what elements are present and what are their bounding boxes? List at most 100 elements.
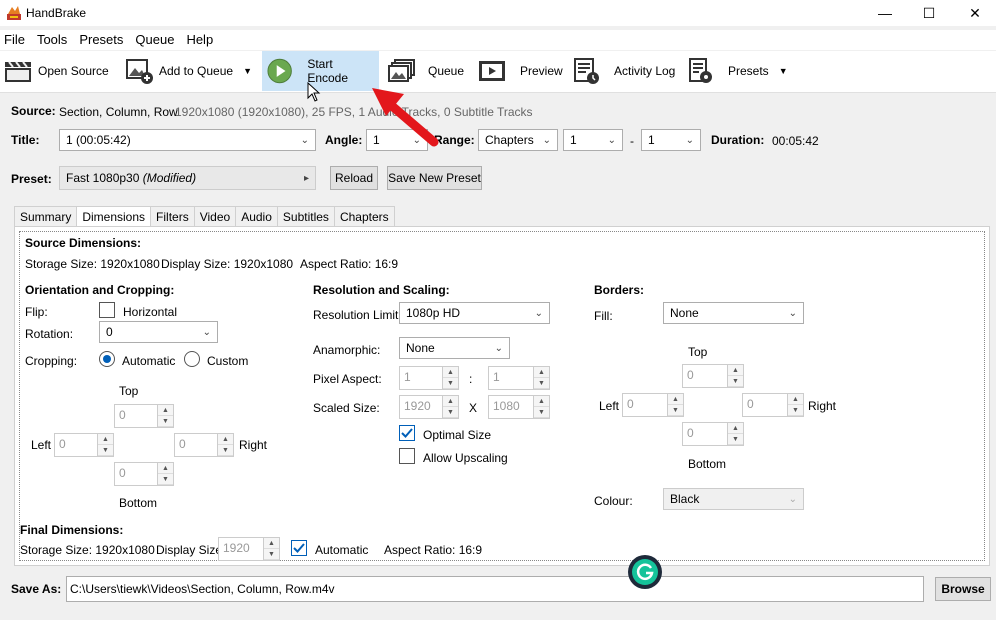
scaled-height-value: 1080 bbox=[488, 395, 534, 419]
scaled-width-input[interactable]: 1920 ▲ ▼ bbox=[399, 395, 459, 419]
spin-up-icon[interactable]: ▲ bbox=[534, 396, 549, 407]
spin-down-icon[interactable]: ▼ bbox=[158, 474, 173, 485]
handbrake-icon bbox=[7, 6, 21, 20]
spin-down-icon[interactable]: ▼ bbox=[218, 445, 233, 456]
browse-button[interactable]: Browse bbox=[935, 577, 991, 601]
maximize-button[interactable]: ☐ bbox=[906, 0, 952, 26]
spin-up-icon[interactable]: ▲ bbox=[728, 423, 743, 434]
open-source-button[interactable]: Open Source bbox=[0, 51, 113, 91]
spin-down-icon[interactable]: ▼ bbox=[788, 405, 803, 416]
activity-log-icon bbox=[574, 58, 599, 84]
spin-down-icon[interactable]: ▼ bbox=[728, 434, 743, 445]
fill-select[interactable]: None ⌄ bbox=[663, 302, 804, 324]
tab-dimensions[interactable]: Dimensions bbox=[76, 206, 152, 227]
spin-down-icon[interactable]: ▼ bbox=[668, 405, 683, 416]
chevron-down-icon: ⌄ bbox=[685, 134, 694, 146]
final-automatic-checkbox[interactable] bbox=[291, 540, 307, 556]
border-top-value: 0 bbox=[682, 364, 728, 388]
crop-bottom-label: Bottom bbox=[119, 496, 158, 510]
tab-video[interactable]: Video bbox=[193, 206, 237, 227]
chevron-right-icon: ▸ bbox=[303, 172, 309, 184]
spin-up-icon[interactable]: ▲ bbox=[443, 367, 458, 378]
save-new-preset-button[interactable]: Save New Preset bbox=[387, 166, 482, 190]
final-display-size-input[interactable]: 1920 ▲ ▼ bbox=[218, 537, 280, 561]
pixel-aspect-width-input[interactable]: 1 ▲ ▼ bbox=[399, 366, 459, 390]
range-select-value: Chapters bbox=[485, 133, 534, 147]
anamorphic-select[interactable]: None ⌄ bbox=[399, 337, 510, 359]
flip-horizontal-checkbox[interactable] bbox=[99, 302, 115, 318]
range-start-value: 1 bbox=[570, 133, 577, 147]
allow-upscaling-label: Allow Upscaling bbox=[423, 451, 508, 465]
crop-automatic-radio[interactable] bbox=[99, 351, 115, 367]
flip-label: Flip: bbox=[25, 305, 48, 319]
spin-down-icon[interactable]: ▼ bbox=[98, 445, 113, 456]
spin-down-icon[interactable]: ▼ bbox=[728, 376, 743, 387]
spin-down-icon[interactable]: ▼ bbox=[158, 416, 173, 427]
spin-up-icon[interactable]: ▲ bbox=[158, 405, 173, 416]
spin-up-icon[interactable]: ▲ bbox=[264, 538, 279, 549]
spin-down-icon[interactable]: ▼ bbox=[534, 407, 549, 418]
spin-down-icon[interactable]: ▼ bbox=[443, 378, 458, 389]
colour-select[interactable]: Black ⌄ bbox=[663, 488, 804, 510]
menu-tools[interactable]: Tools bbox=[31, 30, 73, 50]
resolution-limit-select[interactable]: 1080p HD ⌄ bbox=[399, 302, 550, 324]
spin-down-icon[interactable]: ▼ bbox=[534, 378, 549, 389]
spin-up-icon[interactable]: ▲ bbox=[788, 394, 803, 405]
checkmark-icon bbox=[401, 428, 413, 438]
tab-subtitles[interactable]: Subtitles bbox=[276, 206, 335, 227]
spin-up-icon[interactable]: ▲ bbox=[158, 463, 173, 474]
crop-top-input[interactable]: 0 ▲ ▼ bbox=[114, 404, 174, 428]
presets-button[interactable]: Presets ▼ bbox=[682, 51, 792, 91]
activity-log-button[interactable]: Activity Log bbox=[568, 51, 679, 91]
tab-filters[interactable]: Filters bbox=[150, 206, 195, 227]
tab-summary[interactable]: Summary bbox=[14, 206, 78, 227]
spin-up-icon[interactable]: ▲ bbox=[218, 434, 233, 445]
spin-up-icon[interactable]: ▲ bbox=[443, 396, 458, 407]
menu-file[interactable]: File bbox=[0, 30, 31, 50]
spin-up-icon[interactable]: ▲ bbox=[668, 394, 683, 405]
rotation-select[interactable]: 0 ⌄ bbox=[99, 321, 218, 343]
border-top-input[interactable]: 0 ▲ ▼ bbox=[682, 364, 744, 388]
border-right-input[interactable]: 0 ▲ ▼ bbox=[742, 393, 804, 417]
final-display-size-value: 1920 bbox=[218, 537, 264, 561]
range-end-select[interactable]: 1 ⌄ bbox=[641, 129, 701, 151]
add-to-queue-dropdown-icon[interactable]: ▼ bbox=[243, 66, 252, 76]
spin-up-icon[interactable]: ▲ bbox=[534, 367, 549, 378]
menu-help[interactable]: Help bbox=[180, 30, 219, 50]
preview-button[interactable]: Preview bbox=[474, 51, 567, 91]
spin-down-icon[interactable]: ▼ bbox=[443, 407, 458, 418]
chevron-down-icon: ⌄ bbox=[788, 493, 797, 505]
border-bottom-input[interactable]: 0 ▲ ▼ bbox=[682, 422, 744, 446]
crop-left-input[interactable]: 0 ▲ ▼ bbox=[54, 433, 114, 457]
minimize-button[interactable]: — bbox=[862, 0, 908, 26]
preset-select[interactable]: Fast 1080p30 (Modified) ▸ bbox=[59, 166, 316, 190]
range-label: Range: bbox=[434, 133, 475, 147]
crop-bottom-input[interactable]: 0 ▲ ▼ bbox=[114, 462, 174, 486]
spin-down-icon[interactable]: ▼ bbox=[264, 549, 279, 560]
close-button[interactable]: ✕ bbox=[952, 0, 996, 26]
save-as-input[interactable]: C:\Users\tiewk\Videos\Section, Column, R… bbox=[66, 576, 924, 602]
crop-custom-radio[interactable] bbox=[184, 351, 200, 367]
anamorphic-value: None bbox=[406, 341, 435, 355]
presets-dropdown-icon[interactable]: ▼ bbox=[779, 66, 788, 76]
pixel-aspect-height-input[interactable]: 1 ▲ ▼ bbox=[488, 366, 550, 390]
chevron-down-icon: ⌄ bbox=[607, 134, 616, 146]
crop-right-input[interactable]: 0 ▲ ▼ bbox=[174, 433, 234, 457]
scaled-height-input[interactable]: 1080 ▲ ▼ bbox=[488, 395, 550, 419]
tab-chapters[interactable]: Chapters bbox=[333, 206, 395, 227]
allow-upscaling-checkbox[interactable] bbox=[399, 448, 415, 464]
tab-audio[interactable]: Audio bbox=[235, 206, 278, 227]
optimal-size-checkbox[interactable] bbox=[399, 425, 415, 441]
reload-button[interactable]: Reload bbox=[330, 166, 378, 190]
grammarly-icon[interactable] bbox=[624, 554, 666, 590]
crop-right-label: Right bbox=[239, 438, 268, 452]
range-select[interactable]: Chapters ⌄ bbox=[478, 129, 558, 151]
menu-queue[interactable]: Queue bbox=[129, 30, 180, 50]
menu-presets[interactable]: Presets bbox=[73, 30, 129, 50]
range-start-select[interactable]: 1 ⌄ bbox=[563, 129, 623, 151]
spin-up-icon[interactable]: ▲ bbox=[728, 365, 743, 376]
title-select[interactable]: 1 (00:05:42) ⌄ bbox=[59, 129, 316, 151]
border-left-input[interactable]: 0 ▲ ▼ bbox=[622, 393, 684, 417]
spin-up-icon[interactable]: ▲ bbox=[98, 434, 113, 445]
add-to-queue-button[interactable]: Add to Queue ▼ bbox=[121, 51, 256, 91]
